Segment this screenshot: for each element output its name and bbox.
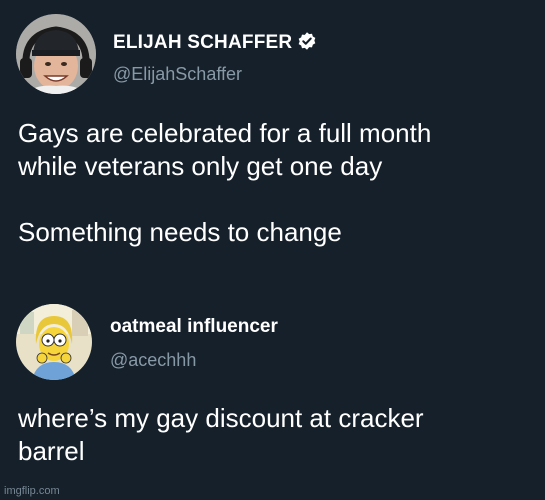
author-name[interactable]: oatmeal influencer [110,316,278,338]
avatar[interactable] [16,14,96,94]
author-name-text: ELIJAH SCHAFFER [113,32,293,53]
tweet: ELIJAH SCHAFFER @ElijahSchaffer Gays are… [0,0,545,290]
tweet-text: Gays are celebrated for a full month whi… [18,118,432,247]
verified-badge-icon [297,31,317,51]
avatar[interactable] [16,304,92,380]
avatar-image [16,304,92,380]
author-name-text: oatmeal influencer [110,316,278,337]
author-handle[interactable]: @ElijahSchaffer [113,64,242,85]
page: ELIJAH SCHAFFER @ElijahSchaffer Gays are… [0,0,545,500]
avatar-image [16,14,96,94]
tweet: oatmeal influencer @acechhh where’s my g… [0,290,545,500]
author-name[interactable]: ELIJAH SCHAFFER [113,31,317,54]
tweet-text: where’s my gay discount at cracker barre… [18,403,424,466]
watermark: imgflip.com [4,485,60,497]
author-handle[interactable]: @acechhh [110,350,196,371]
